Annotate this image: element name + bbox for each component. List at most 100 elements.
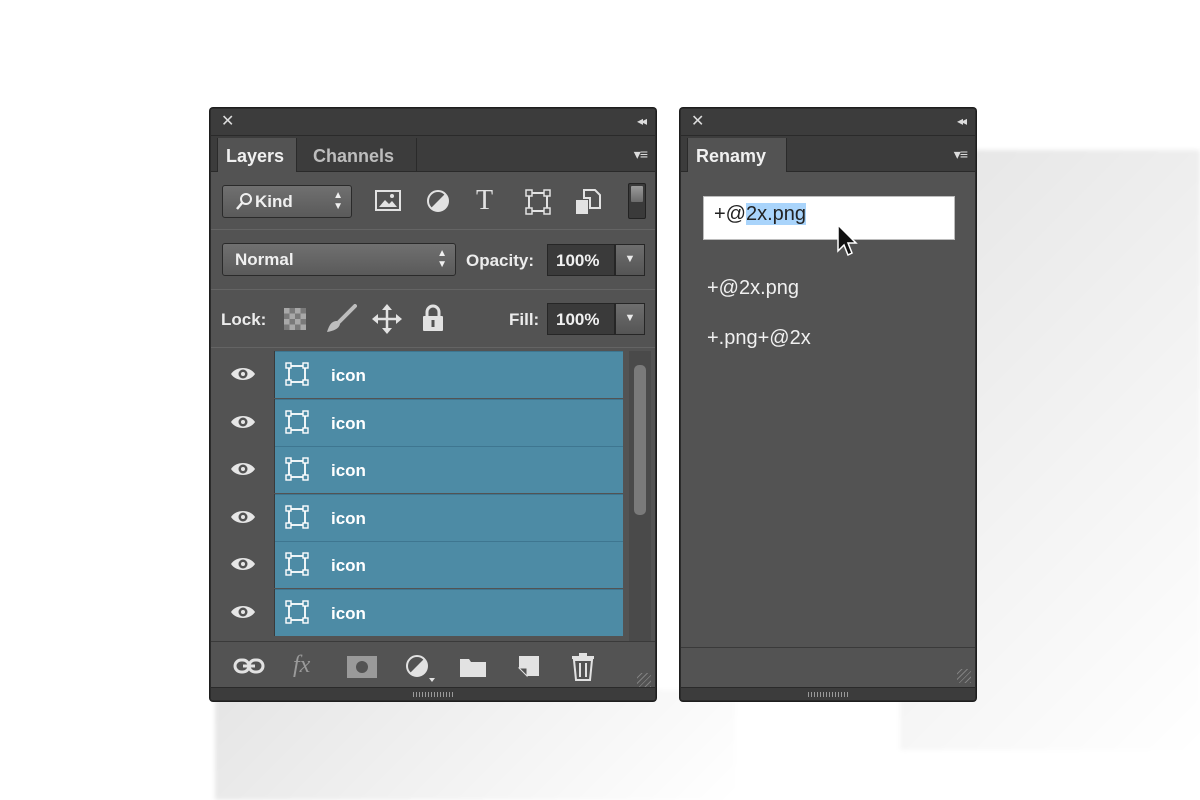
mouse-cursor-icon: [836, 223, 860, 264]
resize-grip-icon[interactable]: [957, 669, 971, 683]
shape-layer-icon: [285, 457, 309, 486]
lock-transparent-icon[interactable]: [284, 308, 306, 335]
search-icon: [235, 192, 253, 217]
filter-kind-label: Kind: [255, 192, 293, 211]
layer-name: icon: [331, 366, 366, 385]
shape-layer-icon: [285, 504, 309, 534]
eye-icon: [230, 365, 256, 388]
rename-pattern-input[interactable]: +@2x.png: [703, 196, 955, 240]
layer-list-scrollbar[interactable]: [629, 351, 651, 641]
eye-icon: [230, 460, 256, 483]
tab-layers[interactable]: Layers: [217, 138, 297, 172]
layer-name: icon: [331, 603, 366, 623]
visibility-toggle[interactable]: [211, 446, 275, 493]
lock-position-icon[interactable]: [372, 304, 402, 339]
panel-shadow: [215, 690, 735, 800]
shape-layer-icon: [285, 552, 309, 581]
tab-channels[interactable]: Channels: [305, 138, 417, 172]
layer-row[interactable]: icon: [211, 398, 623, 446]
tab-renamy[interactable]: Renamy: [687, 138, 787, 172]
shape-layer-icon: [285, 362, 309, 391]
layers-title-strip: ✕ ◂◂: [211, 109, 655, 136]
stepper-arrows-icon: ▲ ▼: [333, 190, 343, 212]
panel-menu-icon[interactable]: ▾≡: [954, 146, 968, 163]
visibility-toggle[interactable]: [211, 541, 275, 588]
resize-grip-icon[interactable]: [637, 673, 651, 687]
layer-list: icon icon icon icon icon icon: [211, 351, 655, 641]
fx-icon[interactable]: fx: [293, 652, 310, 679]
layer-name: icon: [331, 508, 366, 528]
layer-body[interactable]: icon: [275, 446, 623, 493]
opacity-label: Opacity:: [466, 251, 535, 270]
history-item[interactable]: +.png+@2x: [707, 327, 811, 350]
eye-icon: [230, 508, 256, 531]
lock-all-icon[interactable]: [422, 304, 444, 337]
panel-drag-grip[interactable]: [211, 687, 655, 700]
link-icon[interactable]: [233, 656, 265, 681]
rename-input-text: +@: [714, 203, 746, 225]
visibility-toggle[interactable]: [211, 493, 275, 541]
new-layer-icon[interactable]: [517, 654, 541, 683]
layer-body[interactable]: icon: [275, 588, 623, 636]
scrollbar-thumb[interactable]: [634, 365, 646, 515]
mask-icon[interactable]: [347, 656, 377, 683]
layer-body[interactable]: icon: [275, 398, 623, 446]
lock-label: Lock:: [221, 310, 267, 329]
filter-kind-select[interactable]: Kind ▲ ▼: [222, 185, 352, 218]
opacity-input[interactable]: 100%: [547, 244, 615, 276]
adjustment-icon[interactable]: [405, 654, 435, 687]
fill-label: Fill:: [509, 310, 540, 329]
layer-row[interactable]: icon: [211, 446, 623, 493]
layers-tab-row: Layers Channels ▾≡: [211, 136, 655, 172]
layer-name: icon: [331, 556, 366, 575]
separator: [211, 347, 655, 348]
image-filter-icon[interactable]: [375, 189, 401, 218]
layer-row[interactable]: icon: [211, 493, 623, 541]
filter-toggle-switch[interactable]: [628, 183, 646, 219]
type-filter-icon[interactable]: T: [476, 185, 493, 217]
opacity-dropdown-button[interactable]: ▼: [615, 244, 645, 276]
renamy-panel: ✕ ◂◂ Renamy ▾≡ +@2x.png +@2x.png +.png+@…: [680, 108, 976, 701]
layer-row[interactable]: icon: [211, 588, 623, 636]
separator: [211, 229, 655, 230]
renamy-footer: [681, 647, 975, 687]
panel-drag-grip[interactable]: [681, 687, 975, 700]
renamy-tab-row: Renamy ▾≡: [681, 136, 975, 172]
close-icon[interactable]: ✕: [221, 113, 234, 131]
eye-icon: [230, 555, 256, 578]
fill-dropdown-button[interactable]: ▼: [615, 303, 645, 335]
layer-body[interactable]: icon: [275, 351, 623, 398]
collapse-icon[interactable]: ◂◂: [637, 114, 647, 128]
separator: [211, 289, 655, 290]
history-item[interactable]: +@2x.png: [707, 277, 799, 300]
layer-body[interactable]: icon: [275, 541, 623, 588]
renamy-title-strip: ✕ ◂◂: [681, 109, 975, 136]
rename-input-selection: 2x.png: [745, 203, 807, 225]
layers-bottom-toolbar: fx: [211, 641, 655, 691]
shape-layer-icon: [285, 599, 309, 629]
layer-row[interactable]: icon: [211, 351, 623, 398]
shape-filter-icon[interactable]: [525, 189, 551, 220]
blend-mode-select[interactable]: Normal ▲ ▼: [222, 243, 456, 276]
stepper-arrows-icon: ▲ ▼: [437, 248, 447, 270]
visibility-toggle[interactable]: [211, 398, 275, 446]
trash-icon[interactable]: [571, 653, 595, 686]
panel-menu-icon[interactable]: ▾≡: [634, 146, 648, 163]
visibility-toggle[interactable]: [211, 588, 275, 636]
adjustment-filter-icon[interactable]: [426, 189, 450, 218]
layer-row[interactable]: icon: [211, 541, 623, 588]
visibility-toggle[interactable]: [211, 351, 275, 398]
folder-icon[interactable]: [459, 656, 487, 683]
blend-mode-value: Normal: [235, 250, 294, 269]
shape-layer-icon: [285, 409, 309, 439]
layer-name: icon: [331, 461, 366, 480]
layer-name: icon: [331, 413, 366, 433]
collapse-icon[interactable]: ◂◂: [957, 114, 967, 128]
fill-input[interactable]: 100%: [547, 303, 615, 335]
layers-panel: ✕ ◂◂ Layers Channels ▾≡ Kind ▲ ▼ T Normal…: [210, 108, 656, 701]
eye-icon: [230, 413, 256, 436]
smart-object-filter-icon[interactable]: [575, 188, 601, 221]
layer-body[interactable]: icon: [275, 493, 623, 541]
lock-image-icon[interactable]: [325, 304, 357, 339]
close-icon[interactable]: ✕: [691, 113, 704, 131]
